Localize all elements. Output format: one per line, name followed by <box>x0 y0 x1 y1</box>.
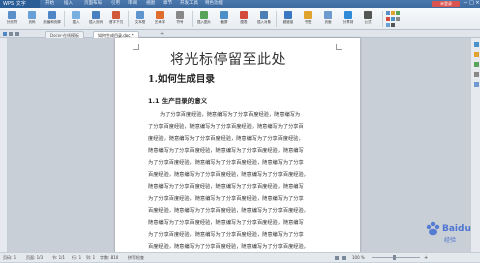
chart-button[interactable]: 图表 <box>234 10 254 27</box>
body-line[interactable]: 为了分享百度经验，随意编写为了分享百度经验，随意编写为了分享 <box>148 159 304 166</box>
body-line[interactable]: 百度经验，随意编写为了分享百度经验，随意编写为了分享百度经验， <box>148 171 309 178</box>
insert-object-button[interactable]: 插入对象 <box>254 10 274 27</box>
insert-icon <box>72 11 80 19</box>
margin-corner-marker <box>336 44 342 50</box>
chart-icon <box>240 11 248 19</box>
heading-2[interactable]: 1.1 生产目录的意义 <box>148 95 207 105</box>
tab-references[interactable]: 引用 <box>111 0 120 8</box>
document-page[interactable]: 将光标停留至此处 1.如何生成目录 1.1 生产目录的意义 为了分享百度经验，随… <box>115 38 360 252</box>
screenshot-icon <box>220 11 228 19</box>
body-line[interactable]: 随意编写为了分享百度经验，随意编写为了分享百度经验，随意编写 <box>148 183 304 190</box>
document-tab-bar: Docer-在线模板 如何生成目录.doc * + <box>0 30 480 38</box>
login-button[interactable]: 未登录 <box>432 1 460 7</box>
share-button[interactable]: 分享到 <box>338 10 358 27</box>
sidebar-property-icon[interactable] <box>474 72 479 77</box>
insert-button[interactable]: 插入 <box>66 10 86 27</box>
tab-view[interactable]: 视图 <box>146 0 155 8</box>
watermark-brand: Baidu <box>442 224 471 234</box>
hyperlink-button[interactable]: 超链接 <box>278 10 298 27</box>
page-break-button[interactable]: 分页符 <box>2 10 22 27</box>
body-line[interactable]: 为了分享百度经验，随意编写为了分享百度经验，随意编写为了分享 <box>148 231 304 238</box>
maximize-icon[interactable]: □ <box>469 1 474 6</box>
symbol-icon <box>176 11 184 19</box>
tab-review[interactable]: 审阅 <box>128 0 137 8</box>
text-box-icon <box>136 11 144 19</box>
drop-cap-button[interactable]: 首字下沉 <box>106 10 126 27</box>
bookmark-button[interactable]: 书签 <box>298 10 318 27</box>
word-art-icon <box>156 11 164 19</box>
picture-icon <box>200 11 208 19</box>
heading-1[interactable]: 1.如何生成目录 <box>148 71 215 85</box>
ribbon-toolbar: 分页符 页码 页眉和页脚 插入 插入页码 首字下沉 文本框 艺术字 符号 插入图… <box>0 8 480 30</box>
tab-current-document[interactable]: 如何生成目录.doc * <box>93 31 139 38</box>
tab-chapter[interactable]: 章节 <box>163 0 172 8</box>
sidebar-backup-icon[interactable] <box>474 82 479 87</box>
symbol-button[interactable]: 符号 <box>170 10 190 27</box>
undo-icon[interactable] <box>9 32 13 36</box>
page-break-icon <box>8 11 16 19</box>
tab-docer-templates[interactable]: Docer-在线模板 <box>45 31 85 38</box>
page-number-icon <box>28 11 36 19</box>
document-title-text[interactable]: 将光标停留至此处 <box>170 49 286 69</box>
sidebar-select-icon[interactable] <box>474 52 479 57</box>
formula-button[interactable]: 公式 <box>358 10 378 27</box>
tab-special-features[interactable]: 特色功能 <box>205 0 223 8</box>
screenshot-button[interactable]: 截屏 <box>214 10 234 27</box>
body-line[interactable]: 百度经验，随意编写为了分享百度经验，随意编写为了分享百度经验， <box>148 243 309 250</box>
zoom-slider[interactable] <box>372 257 420 258</box>
ribbon-small-row-2[interactable] <box>386 17 401 22</box>
object-icon <box>260 11 268 19</box>
header-footer-button[interactable]: 页眉和页脚 <box>42 10 62 27</box>
save-icon[interactable] <box>3 32 7 36</box>
body-line[interactable]: 随意编写为了分享百度经验，随意编写为了分享百度经验，随意编写 <box>148 219 304 226</box>
tab-home[interactable]: 开始 <box>45 0 54 8</box>
ribbon-small-row-1[interactable] <box>386 11 401 16</box>
insert-picture-button[interactable]: 插入图片 <box>194 10 214 27</box>
ribbon-small-row-3[interactable] <box>386 23 396 28</box>
body-line[interactable]: 为了分享百度经验，随意编写为了分享百度经验，随意编写为了分享 <box>148 195 304 202</box>
share-icon <box>344 11 352 19</box>
body-line[interactable]: 随意编写为了分享百度经验，随意编写为了分享百度经验，随意编写 <box>148 147 304 154</box>
text-box-button[interactable]: 文本框 <box>130 10 150 27</box>
sidebar-style-icon[interactable] <box>474 42 479 47</box>
hyperlink-icon <box>284 11 292 19</box>
tab-page-layout[interactable]: 页面布局 <box>84 0 102 8</box>
new-tab-icon[interactable]: + <box>160 30 164 38</box>
tab-insert[interactable]: 插入 <box>64 0 73 8</box>
left-navigation-strip <box>0 38 8 252</box>
title-bar: WPS 文字 开始 插入 页面布局 引用 审阅 视图 章节 开发工具 特色功能 … <box>0 0 480 8</box>
insert-page-number-icon <box>92 11 100 19</box>
close-icon[interactable]: × <box>475 1 480 6</box>
reading-mode-icon[interactable] <box>342 256 346 260</box>
watermark-sub: 经验 <box>444 237 457 244</box>
word-art-button[interactable]: 艺术字 <box>150 10 170 27</box>
minimize-icon[interactable]: − <box>463 1 468 6</box>
wps-app-menu-button[interactable]: WPS 文字 <box>0 0 40 8</box>
status-bar: 页码: 1 页面: 1/3 节: 1/1 行: 1 列: 1 字数: 810 拼… <box>0 252 480 262</box>
page-icon <box>324 11 332 19</box>
insert-page-number-button[interactable]: 插入页码 <box>86 10 106 27</box>
redo-icon[interactable] <box>15 32 19 36</box>
page-button[interactable]: 页面 <box>318 10 338 27</box>
margin-corner-marker <box>133 44 139 50</box>
baidu-jingyan-watermark: Baidu 经验 <box>420 216 478 246</box>
body-line[interactable]: 了分享百度经验，随意编写为了分享百度经验，随意编写为了分享百 <box>148 123 304 130</box>
sidebar-shape-icon[interactable] <box>474 62 479 67</box>
header-footer-icon <box>48 11 56 19</box>
bookmark-icon <box>304 11 312 19</box>
view-mode-icon[interactable] <box>335 256 339 260</box>
zoom-slider-handle[interactable] <box>393 255 396 260</box>
body-line[interactable]: 为了分享百度经验，随意编写为了分享百度经验，随意编写为 <box>160 111 300 118</box>
body-line[interactable]: 度经验，随意编写为了分享百度经验，随意编写为了分享百度经验， <box>148 135 304 142</box>
page-number-button[interactable]: 页码 <box>22 10 42 27</box>
drop-cap-icon <box>112 11 120 19</box>
body-line[interactable]: 百度经验，随意编写为了分享百度经验，随意编写为了分享百度经验， <box>148 207 309 214</box>
tab-developer[interactable]: 开发工具 <box>180 0 198 8</box>
formula-icon <box>364 11 372 19</box>
